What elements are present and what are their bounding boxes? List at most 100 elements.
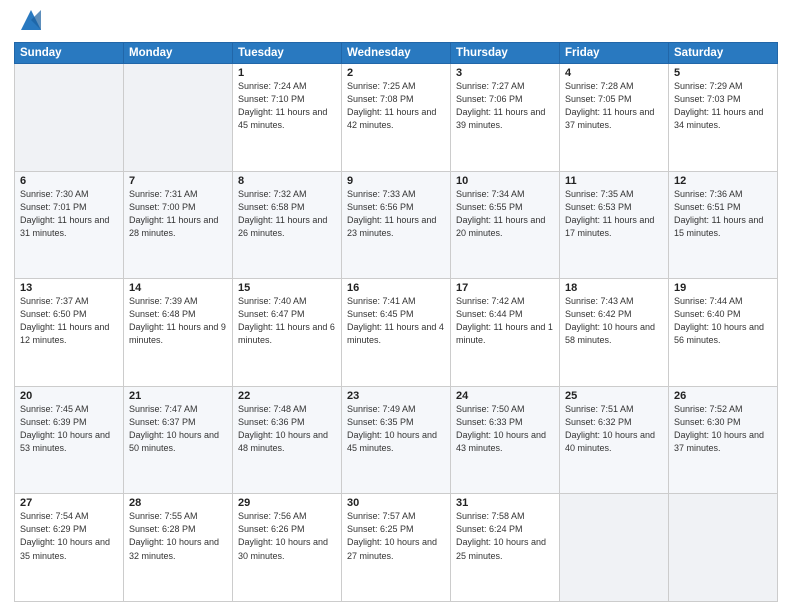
day-number: 31 — [456, 497, 554, 509]
calendar-cell: 30Sunrise: 7:57 AM Sunset: 6:25 PM Dayli… — [342, 494, 451, 602]
calendar-cell: 26Sunrise: 7:52 AM Sunset: 6:30 PM Dayli… — [669, 386, 778, 494]
day-number: 11 — [565, 175, 663, 187]
calendar-cell: 2Sunrise: 7:25 AM Sunset: 7:08 PM Daylig… — [342, 64, 451, 172]
calendar-cell: 6Sunrise: 7:30 AM Sunset: 7:01 PM Daylig… — [15, 171, 124, 279]
day-info: Sunrise: 7:40 AM Sunset: 6:47 PM Dayligh… — [238, 295, 336, 347]
header — [14, 10, 778, 34]
day-info: Sunrise: 7:52 AM Sunset: 6:30 PM Dayligh… — [674, 403, 772, 455]
day-number: 20 — [20, 390, 118, 402]
calendar-cell — [560, 494, 669, 602]
day-number: 3 — [456, 67, 554, 79]
calendar-cell: 28Sunrise: 7:55 AM Sunset: 6:28 PM Dayli… — [124, 494, 233, 602]
calendar-cell: 14Sunrise: 7:39 AM Sunset: 6:48 PM Dayli… — [124, 279, 233, 387]
day-number: 5 — [674, 67, 772, 79]
day-info: Sunrise: 7:47 AM Sunset: 6:37 PM Dayligh… — [129, 403, 227, 455]
calendar-cell: 9Sunrise: 7:33 AM Sunset: 6:56 PM Daylig… — [342, 171, 451, 279]
day-info: Sunrise: 7:56 AM Sunset: 6:26 PM Dayligh… — [238, 510, 336, 562]
day-number: 2 — [347, 67, 445, 79]
day-info: Sunrise: 7:48 AM Sunset: 6:36 PM Dayligh… — [238, 403, 336, 455]
calendar-cell: 22Sunrise: 7:48 AM Sunset: 6:36 PM Dayli… — [233, 386, 342, 494]
day-info: Sunrise: 7:51 AM Sunset: 6:32 PM Dayligh… — [565, 403, 663, 455]
day-number: 28 — [129, 497, 227, 509]
calendar-week-0: 1Sunrise: 7:24 AM Sunset: 7:10 PM Daylig… — [15, 64, 778, 172]
day-info: Sunrise: 7:50 AM Sunset: 6:33 PM Dayligh… — [456, 403, 554, 455]
logo — [14, 10, 45, 34]
day-info: Sunrise: 7:49 AM Sunset: 6:35 PM Dayligh… — [347, 403, 445, 455]
day-info: Sunrise: 7:30 AM Sunset: 7:01 PM Dayligh… — [20, 188, 118, 240]
calendar-cell — [669, 494, 778, 602]
day-number: 26 — [674, 390, 772, 402]
calendar-cell: 12Sunrise: 7:36 AM Sunset: 6:51 PM Dayli… — [669, 171, 778, 279]
day-number: 24 — [456, 390, 554, 402]
calendar-cell: 24Sunrise: 7:50 AM Sunset: 6:33 PM Dayli… — [451, 386, 560, 494]
day-number: 1 — [238, 67, 336, 79]
day-number: 30 — [347, 497, 445, 509]
day-number: 25 — [565, 390, 663, 402]
calendar-cell: 5Sunrise: 7:29 AM Sunset: 7:03 PM Daylig… — [669, 64, 778, 172]
day-number: 14 — [129, 282, 227, 294]
calendar-cell: 8Sunrise: 7:32 AM Sunset: 6:58 PM Daylig… — [233, 171, 342, 279]
day-info: Sunrise: 7:34 AM Sunset: 6:55 PM Dayligh… — [456, 188, 554, 240]
calendar-cell: 13Sunrise: 7:37 AM Sunset: 6:50 PM Dayli… — [15, 279, 124, 387]
day-number: 12 — [674, 175, 772, 187]
day-info: Sunrise: 7:35 AM Sunset: 6:53 PM Dayligh… — [565, 188, 663, 240]
day-number: 19 — [674, 282, 772, 294]
day-info: Sunrise: 7:31 AM Sunset: 7:00 PM Dayligh… — [129, 188, 227, 240]
calendar-cell: 31Sunrise: 7:58 AM Sunset: 6:24 PM Dayli… — [451, 494, 560, 602]
calendar-cell: 7Sunrise: 7:31 AM Sunset: 7:00 PM Daylig… — [124, 171, 233, 279]
day-info: Sunrise: 7:54 AM Sunset: 6:29 PM Dayligh… — [20, 510, 118, 562]
day-info: Sunrise: 7:32 AM Sunset: 6:58 PM Dayligh… — [238, 188, 336, 240]
calendar-cell — [124, 64, 233, 172]
calendar-table: SundayMondayTuesdayWednesdayThursdayFrid… — [14, 42, 778, 602]
calendar-cell: 10Sunrise: 7:34 AM Sunset: 6:55 PM Dayli… — [451, 171, 560, 279]
day-number: 27 — [20, 497, 118, 509]
day-info: Sunrise: 7:43 AM Sunset: 6:42 PM Dayligh… — [565, 295, 663, 347]
calendar-cell: 21Sunrise: 7:47 AM Sunset: 6:37 PM Dayli… — [124, 386, 233, 494]
day-number: 15 — [238, 282, 336, 294]
day-info: Sunrise: 7:33 AM Sunset: 6:56 PM Dayligh… — [347, 188, 445, 240]
calendar-header-row: SundayMondayTuesdayWednesdayThursdayFrid… — [15, 43, 778, 64]
calendar-cell: 16Sunrise: 7:41 AM Sunset: 6:45 PM Dayli… — [342, 279, 451, 387]
day-info: Sunrise: 7:57 AM Sunset: 6:25 PM Dayligh… — [347, 510, 445, 562]
day-info: Sunrise: 7:25 AM Sunset: 7:08 PM Dayligh… — [347, 80, 445, 132]
day-number: 6 — [20, 175, 118, 187]
day-info: Sunrise: 7:42 AM Sunset: 6:44 PM Dayligh… — [456, 295, 554, 347]
day-number: 16 — [347, 282, 445, 294]
day-number: 21 — [129, 390, 227, 402]
calendar-header-tuesday: Tuesday — [233, 43, 342, 64]
calendar-week-2: 13Sunrise: 7:37 AM Sunset: 6:50 PM Dayli… — [15, 279, 778, 387]
day-info: Sunrise: 7:44 AM Sunset: 6:40 PM Dayligh… — [674, 295, 772, 347]
calendar-cell: 1Sunrise: 7:24 AM Sunset: 7:10 PM Daylig… — [233, 64, 342, 172]
day-number: 18 — [565, 282, 663, 294]
calendar-header-thursday: Thursday — [451, 43, 560, 64]
calendar-cell: 15Sunrise: 7:40 AM Sunset: 6:47 PM Dayli… — [233, 279, 342, 387]
calendar-header-saturday: Saturday — [669, 43, 778, 64]
calendar-cell: 11Sunrise: 7:35 AM Sunset: 6:53 PM Dayli… — [560, 171, 669, 279]
calendar-cell: 25Sunrise: 7:51 AM Sunset: 6:32 PM Dayli… — [560, 386, 669, 494]
day-number: 10 — [456, 175, 554, 187]
day-number: 22 — [238, 390, 336, 402]
calendar-cell: 20Sunrise: 7:45 AM Sunset: 6:39 PM Dayli… — [15, 386, 124, 494]
calendar-week-4: 27Sunrise: 7:54 AM Sunset: 6:29 PM Dayli… — [15, 494, 778, 602]
calendar-cell: 29Sunrise: 7:56 AM Sunset: 6:26 PM Dayli… — [233, 494, 342, 602]
day-info: Sunrise: 7:41 AM Sunset: 6:45 PM Dayligh… — [347, 295, 445, 347]
calendar-header-monday: Monday — [124, 43, 233, 64]
day-info: Sunrise: 7:27 AM Sunset: 7:06 PM Dayligh… — [456, 80, 554, 132]
day-info: Sunrise: 7:37 AM Sunset: 6:50 PM Dayligh… — [20, 295, 118, 347]
page: SundayMondayTuesdayWednesdayThursdayFrid… — [0, 0, 792, 612]
calendar-header-friday: Friday — [560, 43, 669, 64]
day-number: 8 — [238, 175, 336, 187]
day-info: Sunrise: 7:45 AM Sunset: 6:39 PM Dayligh… — [20, 403, 118, 455]
calendar-week-1: 6Sunrise: 7:30 AM Sunset: 7:01 PM Daylig… — [15, 171, 778, 279]
calendar-cell — [15, 64, 124, 172]
day-info: Sunrise: 7:36 AM Sunset: 6:51 PM Dayligh… — [674, 188, 772, 240]
day-number: 4 — [565, 67, 663, 79]
day-number: 9 — [347, 175, 445, 187]
day-info: Sunrise: 7:24 AM Sunset: 7:10 PM Dayligh… — [238, 80, 336, 132]
day-info: Sunrise: 7:39 AM Sunset: 6:48 PM Dayligh… — [129, 295, 227, 347]
day-number: 23 — [347, 390, 445, 402]
day-number: 17 — [456, 282, 554, 294]
calendar-cell: 23Sunrise: 7:49 AM Sunset: 6:35 PM Dayli… — [342, 386, 451, 494]
calendar-cell: 3Sunrise: 7:27 AM Sunset: 7:06 PM Daylig… — [451, 64, 560, 172]
calendar-header-wednesday: Wednesday — [342, 43, 451, 64]
